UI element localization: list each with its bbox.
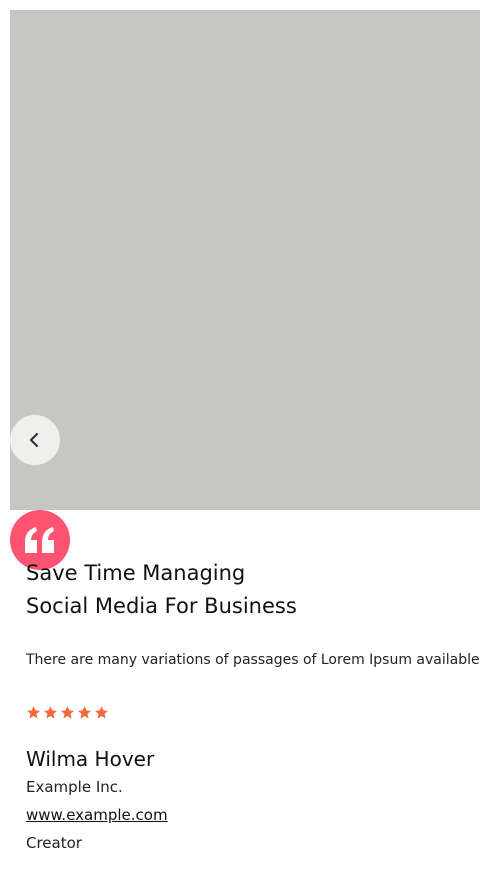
testimonial-image xyxy=(10,10,480,510)
star-icon xyxy=(77,703,93,721)
previous-slide-button[interactable] xyxy=(10,415,60,465)
star-icon xyxy=(26,703,42,721)
star-rating xyxy=(26,703,110,721)
chevron-left-icon xyxy=(29,432,39,448)
testimonial-title: Save Time Managing Social Media For Busi… xyxy=(26,557,466,623)
author-website-link[interactable]: www.example.com xyxy=(26,803,168,827)
testimonial-description: There are many variations of passages of… xyxy=(26,652,480,668)
star-icon xyxy=(60,703,76,721)
author-role: Creator xyxy=(26,834,82,852)
star-icon xyxy=(43,703,59,721)
quote-icon xyxy=(25,527,54,553)
testimonial-card: Save Time Managing Social Media For Busi… xyxy=(0,0,480,881)
author-company: Example Inc. xyxy=(26,778,123,796)
author-name: Wilma Hover xyxy=(26,747,155,771)
testimonial-title-line-1: Save Time Managing xyxy=(26,561,246,585)
star-icon xyxy=(94,703,110,721)
testimonial-title-line-2: Social Media For Business xyxy=(26,594,297,618)
